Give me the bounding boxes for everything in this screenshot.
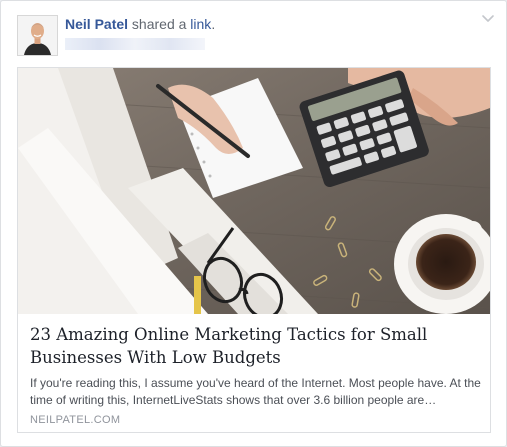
avatar-photo [18, 16, 57, 55]
card-domain: NEILPATEL.COM [30, 414, 121, 426]
author-avatar[interactable] [17, 15, 58, 56]
blurred-timestamp [65, 38, 205, 50]
period-text: . [211, 16, 216, 32]
card-title[interactable]: 23 Amazing Online Marketing Tactics for … [30, 323, 480, 369]
link-word[interactable]: link [190, 16, 211, 32]
link-preview-card[interactable]: 23 Amazing Online Marketing Tactics for … [17, 67, 491, 433]
author-name[interactable]: Neil Patel [65, 16, 128, 32]
shared-text: shared a [128, 16, 191, 32]
feed-post: Neil Patel shared a link. 23 Amazing Onl… [0, 0, 507, 447]
card-image[interactable] [18, 68, 490, 314]
chevron-down-icon[interactable] [481, 14, 495, 24]
card-description: If you're reading this, I assume you've … [30, 376, 481, 407]
post-header: Neil Patel shared a link. [65, 16, 215, 32]
